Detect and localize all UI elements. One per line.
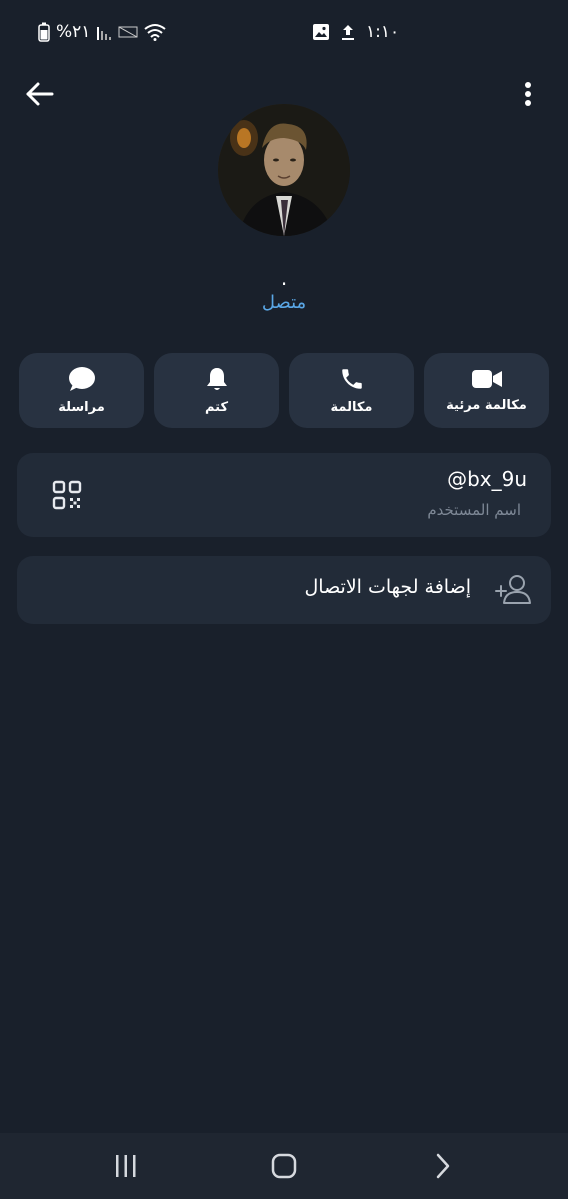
battery-icon [38, 22, 50, 42]
online-status: متصل [261, 292, 307, 313]
mute-label: كتم [204, 400, 229, 415]
profile-name: . [280, 266, 288, 290]
home-icon[interactable] [269, 1151, 299, 1181]
video-icon [471, 370, 502, 388]
clock: ١:١٠ [366, 22, 400, 42]
status-left: %٢١ [38, 22, 167, 42]
status-center: ١:١٠ [312, 22, 399, 42]
upload-icon [342, 25, 354, 40]
status-bar: %٢١ ١:١٠ [0, 0, 568, 66]
chevron-right-icon[interactable] [428, 1151, 458, 1181]
signal-icon [97, 27, 112, 40]
more-options-icon[interactable] [516, 78, 540, 110]
username[interactable]: @bx_9u [447, 467, 527, 491]
message-button[interactable]: مراسلة [19, 353, 144, 428]
call-label: مكالمة [330, 400, 373, 415]
phone-icon [341, 369, 362, 389]
add-user-icon [495, 575, 531, 604]
recents-icon[interactable] [111, 1151, 141, 1181]
wifi-icon [144, 24, 167, 41]
mute-button[interactable]: كتم [154, 353, 279, 428]
avatar-photo [218, 104, 350, 236]
back-arrow-icon[interactable] [22, 78, 58, 110]
action-buttons: مكالمة مرئية مكالمة كتم مراسلة [19, 353, 549, 428]
qr-code-icon[interactable] [52, 480, 82, 510]
chat-icon [68, 367, 95, 391]
username-card[interactable]: @bx_9u اسم المستخدم [17, 453, 551, 537]
image-icon [313, 24, 329, 40]
username-caption: اسم المستخدم [427, 501, 521, 519]
no-sim-icon [118, 26, 138, 38]
message-label: مراسلة [58, 400, 105, 415]
system-nav-bar [0, 1133, 568, 1199]
call-button[interactable]: مكالمة [289, 353, 414, 428]
avatar[interactable] [218, 104, 350, 236]
add-contact-label: إضافة لجهات الاتصال [304, 576, 471, 598]
add-contact-button[interactable]: إضافة لجهات الاتصال [17, 556, 551, 624]
video-call-button[interactable]: مكالمة مرئية [424, 353, 549, 428]
video-call-label: مكالمة مرئية [446, 398, 527, 413]
bell-icon [206, 368, 227, 390]
battery-percent: %٢١ [56, 22, 91, 42]
